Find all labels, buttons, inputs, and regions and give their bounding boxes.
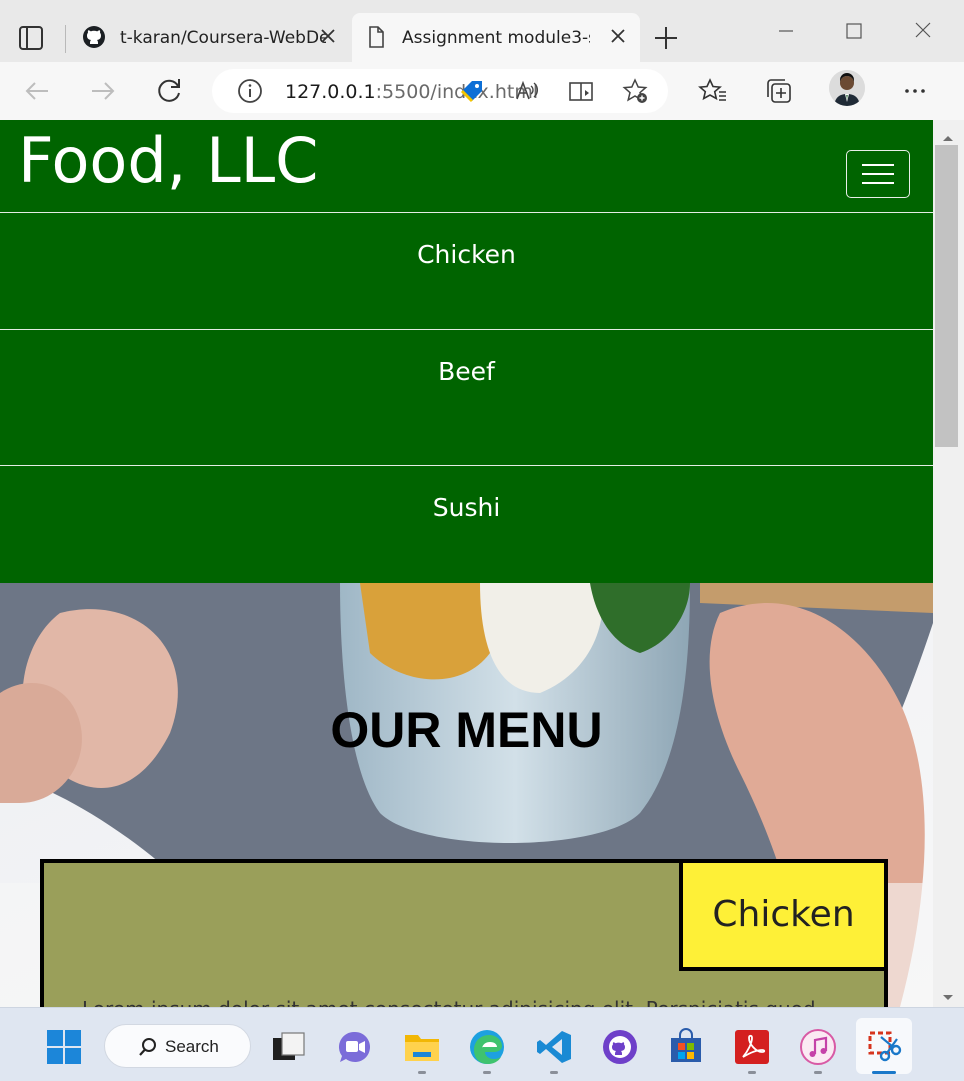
- running-indicator: [418, 1071, 426, 1074]
- edge-browser-icon[interactable]: [468, 1028, 506, 1066]
- address-bar[interactable]: 127.0.0.1:5500/index.html: [212, 69, 668, 113]
- web-page: Food, LLC Chicken Beef Sushi OUR MENU Ch…: [0, 120, 933, 1007]
- card-description: Lorem ipsum dolor sit amet consectetur a…: [82, 997, 872, 1007]
- nav-item-chicken[interactable]: Chicken: [0, 212, 933, 329]
- menu-heading: OUR MENU: [330, 702, 603, 758]
- hamburger-menu-button[interactable]: [846, 150, 910, 198]
- adobe-acrobat-icon[interactable]: [733, 1028, 771, 1066]
- hamburger-line: [862, 164, 894, 166]
- github-desktop-icon[interactable]: [601, 1028, 639, 1066]
- windows-taskbar: Search: [0, 1007, 964, 1081]
- tab-github[interactable]: t-karan/Coursera-WebDev: [70, 13, 350, 63]
- tab-title: Assignment module3-solution: [402, 28, 590, 48]
- snipping-tool-icon[interactable]: [865, 1028, 903, 1066]
- teams-chat-icon[interactable]: [336, 1028, 374, 1066]
- tab-close-icon[interactable]: [608, 26, 628, 46]
- back-icon[interactable]: [20, 74, 54, 108]
- url-text[interactable]: 127.0.0.1:5500/index.html: [285, 81, 538, 103]
- scroll-up-icon[interactable]: [941, 128, 955, 141]
- favorites-icon[interactable]: [696, 74, 730, 108]
- taskbar-search[interactable]: Search: [104, 1024, 251, 1068]
- nav-item-label: Beef: [438, 357, 495, 386]
- scroll-down-icon[interactable]: [941, 988, 955, 1000]
- page-icon: [364, 25, 388, 49]
- brand-title[interactable]: Food, LLC: [18, 124, 318, 198]
- minimize-icon[interactable]: [766, 18, 806, 48]
- hamburger-line: [862, 173, 894, 175]
- more-options-icon[interactable]: [898, 74, 932, 108]
- reload-icon[interactable]: [152, 74, 186, 108]
- forward-icon[interactable]: [86, 74, 120, 108]
- card-category-label: Chicken: [679, 859, 888, 971]
- close-window-icon[interactable]: [904, 18, 944, 48]
- site-info-icon[interactable]: [236, 77, 264, 105]
- vscode-icon[interactable]: [535, 1028, 573, 1066]
- browser-toolbar: 127.0.0.1:5500/index.html: [0, 62, 964, 120]
- read-aloud-icon[interactable]: [513, 77, 541, 105]
- coupon-tag-icon[interactable]: [458, 77, 486, 105]
- menu-category-card: Chicken Lorem ipsum dolor sit amet conse…: [40, 859, 888, 1007]
- tab-separator: [65, 25, 66, 53]
- collapsed-nav-menu: Chicken Beef Sushi: [0, 212, 933, 601]
- itunes-icon[interactable]: [799, 1028, 837, 1066]
- running-indicator: [748, 1071, 756, 1074]
- nav-item-beef[interactable]: Beef: [0, 329, 933, 465]
- profile-avatar[interactable]: [829, 70, 865, 106]
- nav-item-label: Sushi: [432, 493, 501, 522]
- running-indicator: [550, 1071, 558, 1074]
- maximize-icon[interactable]: [834, 18, 874, 48]
- scrollbar-thumb[interactable]: [935, 145, 958, 447]
- task-view-icon[interactable]: [270, 1028, 308, 1066]
- collections-icon[interactable]: [762, 74, 796, 108]
- add-favorite-icon[interactable]: [621, 77, 649, 105]
- running-indicator: [483, 1071, 491, 1074]
- site-header: Food, LLC: [0, 120, 933, 212]
- new-tab-icon[interactable]: [652, 24, 680, 52]
- microsoft-store-icon[interactable]: [667, 1028, 705, 1066]
- hamburger-line: [862, 182, 894, 184]
- search-icon: [139, 1038, 156, 1056]
- nav-item-label: Chicken: [417, 240, 516, 269]
- url-host: 127.0.0.1: [285, 81, 376, 103]
- tab-actions-icon[interactable]: [14, 22, 48, 54]
- hero-section: OUR MENU Chicken Lorem ipsum dolor sit a…: [0, 583, 933, 1007]
- immersive-reader-icon[interactable]: [567, 77, 595, 105]
- page-scrollbar[interactable]: [933, 120, 964, 1007]
- github-icon: [82, 25, 106, 49]
- nav-item-sushi[interactable]: Sushi: [0, 465, 933, 601]
- tab-assignment[interactable]: Assignment module3-solution: [352, 13, 640, 63]
- tab-title: t-karan/Coursera-WebDev: [120, 28, 326, 48]
- search-label: Search: [165, 1037, 219, 1056]
- tab-strip: t-karan/Coursera-WebDev Assignment modul…: [0, 0, 964, 63]
- file-explorer-icon[interactable]: [403, 1028, 441, 1066]
- active-app-indicator: [872, 1071, 896, 1074]
- running-indicator: [814, 1071, 822, 1074]
- windows-start-icon[interactable]: [45, 1028, 83, 1066]
- tab-close-icon[interactable]: [318, 26, 338, 46]
